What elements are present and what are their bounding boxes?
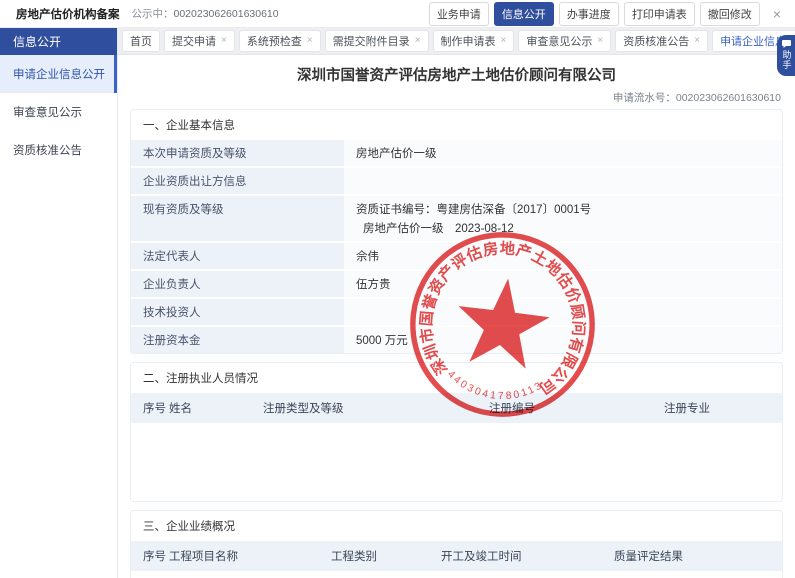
window-titlebar: 房地产估价机构备案 公示中：002023062601630610 业务申请 信息… <box>0 0 795 28</box>
field-label: 现有资质及等级 <box>131 196 344 241</box>
staff-table-body-empty <box>131 423 782 501</box>
field-value: 伍方贵 <box>344 271 782 297</box>
assistant-label: 助手 <box>782 50 791 70</box>
tab-bar: 首页 提交申请× 系统预检查× 需提交附件目录× 制作申请表× 审查意见公示× … <box>118 28 795 55</box>
form-row: 本次申请资质及等级 房地产估价一级 <box>131 138 782 166</box>
close-tab-icon[interactable]: × <box>221 36 227 46</box>
titlebar-actions: 业务申请 信息公开 办事进度 打印申请表 撤回修改 × <box>429 2 787 26</box>
sidebar-item-qualification-notice[interactable]: 资质核准公告 <box>0 131 117 169</box>
column-header: 序号 <box>143 400 169 416</box>
field-value <box>344 168 782 194</box>
column-header: 开工及竣工时间 <box>441 548 614 564</box>
close-tab-icon[interactable]: × <box>694 36 700 46</box>
column-header: 序号 <box>143 548 169 564</box>
close-tab-icon[interactable]: × <box>307 36 313 46</box>
application-serial: 申请流水号：002023062601630610 <box>132 90 781 105</box>
field-label: 企业资质出让方信息 <box>131 168 344 194</box>
form-row: 技术投资人 <box>131 297 782 325</box>
tab-qualification-notice[interactable]: 资质核准公告× <box>615 30 708 52</box>
application-serial-value: 002023062601630610 <box>676 92 781 104</box>
close-tab-icon[interactable]: × <box>597 36 603 46</box>
field-value: 佘伟 <box>344 243 782 269</box>
app-title: 房地产估价机构备案 <box>16 6 120 22</box>
column-header: 注册类型及等级 <box>263 400 489 416</box>
column-header: 工程类别 <box>331 548 441 564</box>
field-label: 技术投资人 <box>131 299 344 325</box>
field-label: 本次申请资质及等级 <box>131 140 344 166</box>
form-row: 法定代表人 佘伟 <box>131 241 782 269</box>
form-row: 注册资本金 5000 万元 <box>131 325 782 353</box>
column-header: 工程项目名称 <box>169 548 331 564</box>
sidebar-item-review-opinion[interactable]: 审查意见公示 <box>0 93 117 131</box>
section-registered-staff-title: 二、注册执业人员情况 <box>131 363 782 391</box>
withdraw-edit-button[interactable]: 撤回修改 <box>700 2 760 26</box>
main-layout: 信息公开 申请企业信息公开 审查意见公示 资质核准公告 首页 提交申请× 系统预… <box>0 28 795 578</box>
publicity-status: 公示中：002023062601630610 <box>132 6 279 21</box>
tab-system-precheck[interactable]: 系统预检查× <box>239 30 321 52</box>
section-basic-info-title: 一、企业基本信息 <box>131 110 782 138</box>
field-value <box>344 299 782 325</box>
tab-attachment-catalog[interactable]: 需提交附件目录× <box>325 30 429 52</box>
section-performance: 三、企业业绩概况 序号 工程项目名称 工程类别 开工及竣工时间 质量评定结果 暂… <box>130 510 783 578</box>
publicity-serial: 002023062601630610 <box>174 8 279 20</box>
close-icon[interactable]: × <box>773 6 781 22</box>
section-performance-title: 三、企业业绩概况 <box>131 511 782 539</box>
close-tab-icon[interactable]: × <box>501 36 507 46</box>
performance-table-header: 序号 工程项目名称 工程类别 开工及竣工时间 质量评定结果 <box>131 539 782 571</box>
sidebar-title: 信息公开 <box>0 28 117 55</box>
field-label: 注册资本金 <box>131 327 344 353</box>
tab-home[interactable]: 首页 <box>122 30 160 52</box>
field-value: 5000 万元 <box>344 327 782 353</box>
close-tab-icon[interactable]: × <box>415 36 421 46</box>
column-header: 姓名 <box>169 400 263 416</box>
print-form-button[interactable]: 打印申请表 <box>624 2 695 26</box>
info-disclosure-button[interactable]: 信息公开 <box>494 2 554 26</box>
section-basic-info: 一、企业基本信息 本次申请资质及等级 房地产估价一级 企业资质出让方信息 现有资… <box>130 109 783 354</box>
chat-bubble-icon <box>782 40 791 48</box>
main-column: 首页 提交申请× 系统预检查× 需提交附件目录× 制作申请表× 审查意见公示× … <box>118 28 795 578</box>
page-title: 深圳市国誉资产评估房地产土地估价顾问有限公司 <box>130 64 783 85</box>
business-apply-button[interactable]: 业务申请 <box>429 2 489 26</box>
page-content: 深圳市国誉资产评估房地产土地估价顾问有限公司 申请流水号：00202306260… <box>118 55 795 578</box>
sidebar-item-company-info-disclosure[interactable]: 申请企业信息公开 <box>0 55 117 93</box>
column-header: 注册编号 <box>489 400 664 416</box>
form-row: 企业资质出让方信息 <box>131 166 782 194</box>
field-label: 企业负责人 <box>131 271 344 297</box>
performance-table-body-empty: 暂无数据 <box>131 571 782 578</box>
tab-review-opinion[interactable]: 审查意见公示× <box>518 30 611 52</box>
column-header: 注册专业 <box>664 400 782 416</box>
field-label: 法定代表人 <box>131 243 344 269</box>
assistant-button[interactable]: 助手 <box>777 35 795 76</box>
field-value: 资质证书编号：粤建房估深备〔2017〕0001号 房地产估价一级 2023-08… <box>344 196 782 241</box>
column-header: 质量评定结果 <box>614 548 782 564</box>
staff-table-header: 序号 姓名 注册类型及等级 注册编号 注册专业 <box>131 391 782 423</box>
form-row: 现有资质及等级 资质证书编号：粤建房估深备〔2017〕0001号 房地产估价一级… <box>131 194 782 241</box>
form-row: 企业负责人 伍方贵 <box>131 269 782 297</box>
tab-submit-application[interactable]: 提交申请× <box>164 30 235 52</box>
field-value: 房地产估价一级 <box>344 140 782 166</box>
tab-make-application-form[interactable]: 制作申请表× <box>433 30 515 52</box>
section-registered-staff: 二、注册执业人员情况 序号 姓名 注册类型及等级 注册编号 注册专业 <box>130 362 783 502</box>
progress-button[interactable]: 办事进度 <box>559 2 619 26</box>
sidebar: 信息公开 申请企业信息公开 审查意见公示 资质核准公告 <box>0 28 118 578</box>
